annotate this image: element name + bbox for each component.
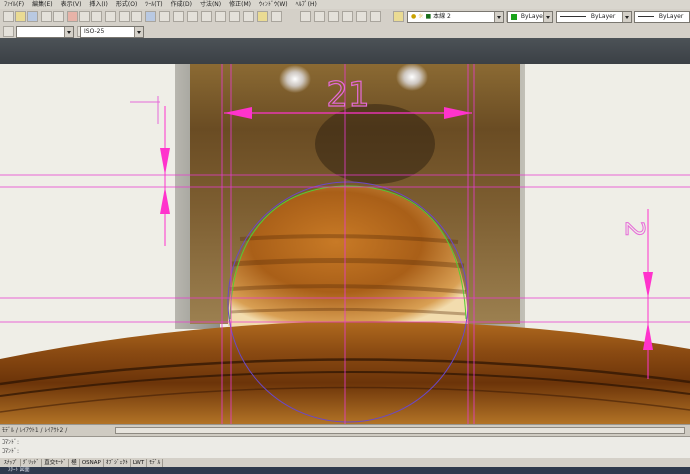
lineweight-value: ByLayer (658, 13, 684, 20)
menu-draw[interactable]: 作成(D) (171, 0, 192, 9)
hyperlink-icon[interactable] (145, 11, 156, 22)
chevron-down-icon (494, 12, 503, 22)
layer-color-icon: ■ (425, 13, 432, 20)
status-bar: ｽﾅｯﾌﾟ ｸﾞﾘｯﾄﾞ 直交ﾓｰﾄﾞ 極 OSNAP ｵﾌﾞｼﾞｪｸﾄ LWT… (0, 458, 690, 467)
dark-region (315, 104, 435, 184)
drawing-canvas[interactable]: 21 2 (0, 64, 690, 424)
redo-icon[interactable] (131, 11, 142, 22)
os-taskbar: ｽﾀｰﾄ 図面 (0, 467, 690, 474)
chevron-down-icon (543, 12, 552, 22)
status-polar[interactable]: 極 (69, 458, 80, 467)
undo-icon[interactable] (119, 11, 130, 22)
copy-icon[interactable] (79, 11, 90, 22)
layout-tabs[interactable]: ﾓﾃﾞﾙ / ﾚｲｱｳﾄ1 / ﾚｲｱｳﾄ2 / (2, 426, 67, 435)
status-otrack[interactable]: ｵﾌﾞｼﾞｪｸﾄ (104, 458, 131, 467)
area-icon[interactable] (314, 11, 325, 22)
menu-bar: ﾌｧｲﾙ(F) 編集(E) 表示(V) 挿入(I) 形式(O) ﾂｰﾙ(T) 作… (0, 0, 690, 9)
toolbar-dock-area (0, 38, 690, 64)
menu-help[interactable]: ﾍﾙﾌﾟ(H) (296, 0, 317, 9)
standard-toolbar: ● ☼ ■ 本線 2 ByLayer ByLayer ByLayer (0, 9, 690, 26)
command-window[interactable]: ｺﾏﾝﾄﾞ: ｺﾏﾝﾄﾞ: (0, 436, 690, 459)
cut-icon[interactable] (67, 11, 78, 22)
linetype-sample (560, 16, 586, 17)
menu-format[interactable]: 形式(O) (116, 0, 137, 9)
chevron-down-icon (64, 27, 73, 37)
taskbar-item[interactable]: ｽﾀｰﾄ 図面 (8, 467, 30, 474)
light-spot-right (396, 64, 428, 91)
styles-toolbar: ISO-25 (0, 25, 690, 38)
layers-icon[interactable] (393, 11, 404, 22)
status-osnap[interactable]: OSNAP (80, 458, 104, 467)
horizontal-scrollbar[interactable] (115, 427, 685, 434)
layer-name: 本線 2 (433, 13, 451, 20)
chevron-down-icon (134, 27, 143, 37)
pan-icon[interactable] (229, 11, 240, 22)
menu-window[interactable]: ｳｨﾝﾄﾞｳ(W) (259, 0, 288, 9)
lineweight-dropdown[interactable]: ByLayer (634, 11, 690, 23)
help-icon[interactable] (271, 11, 282, 22)
distance-icon[interactable] (300, 11, 311, 22)
menu-tools[interactable]: ﾂｰﾙ(T) (145, 0, 162, 9)
zoom-icon[interactable] (243, 11, 254, 22)
list-icon[interactable] (328, 11, 339, 22)
paste-icon[interactable] (91, 11, 102, 22)
menu-edit[interactable]: 編集(E) (32, 0, 52, 9)
print-preview-icon[interactable] (53, 11, 64, 22)
status-grid[interactable]: ｸﾞﾘｯﾄﾞ (21, 458, 43, 467)
chevron-down-icon (622, 12, 631, 22)
save-icon[interactable] (27, 11, 38, 22)
grid-icon[interactable] (187, 11, 198, 22)
command-history-line: ｺﾏﾝﾄﾞ: (2, 439, 20, 446)
text-style-dropdown[interactable] (16, 26, 74, 38)
new-file-icon[interactable] (3, 11, 14, 22)
color-value: ByLayer (520, 13, 546, 20)
menu-file[interactable]: ﾌｧｲﾙ(F) (4, 0, 24, 9)
measure-icon[interactable] (356, 11, 367, 22)
print-icon[interactable] (41, 11, 52, 22)
menu-view[interactable]: 表示(V) (61, 0, 82, 9)
status-ortho[interactable]: 直交ﾓｰﾄﾞ (42, 458, 70, 467)
3d-orbit-icon[interactable] (215, 11, 226, 22)
menu-insert[interactable]: 挿入(I) (89, 0, 107, 9)
cad-application-window: ﾌｧｲﾙ(F) 編集(E) 表示(V) 挿入(I) 形式(O) ﾂｰﾙ(T) 作… (0, 0, 690, 474)
linetype-value: ByLayer (590, 13, 616, 20)
properties-icon[interactable] (257, 11, 268, 22)
light-spot-left (279, 65, 311, 93)
snap-from-icon[interactable] (159, 11, 170, 22)
menu-dimension[interactable]: 寸法(N) (200, 0, 221, 9)
status-lwt[interactable]: LWT (131, 458, 148, 467)
text-style-icon[interactable] (3, 26, 14, 37)
match-properties-icon[interactable] (105, 11, 116, 22)
lineweight-sample (638, 16, 654, 17)
dimension-style-value: ISO-25 (84, 28, 105, 35)
status-model[interactable]: ﾓﾃﾞﾙ (147, 458, 164, 467)
color-dropdown[interactable]: ByLayer (507, 11, 553, 23)
color-swatch (511, 13, 517, 20)
status-snap[interactable]: ｽﾅｯﾌﾟ (2, 458, 21, 467)
dimension-height-text: 2 (619, 221, 649, 238)
named-views-icon[interactable] (201, 11, 212, 22)
dimension-style-dropdown[interactable]: ISO-25 (80, 26, 144, 38)
region-icon[interactable] (370, 11, 381, 22)
command-prompt[interactable]: ｺﾏﾝﾄﾞ: (2, 448, 19, 455)
locate-point-icon[interactable] (342, 11, 353, 22)
sun-icon: ☼ (418, 13, 424, 20)
dimension-width-text: 21 (326, 75, 369, 115)
ucs-icon[interactable] (173, 11, 184, 22)
menu-modify[interactable]: 修正(M) (229, 0, 251, 9)
linetype-dropdown[interactable]: ByLayer (556, 11, 632, 23)
layer-dropdown[interactable]: ● ☼ ■ 本線 2 (407, 11, 504, 23)
open-file-icon[interactable] (15, 11, 26, 22)
lightbulb-icon: ● (411, 13, 417, 20)
drawing-area[interactable]: 21 2 (0, 64, 690, 424)
